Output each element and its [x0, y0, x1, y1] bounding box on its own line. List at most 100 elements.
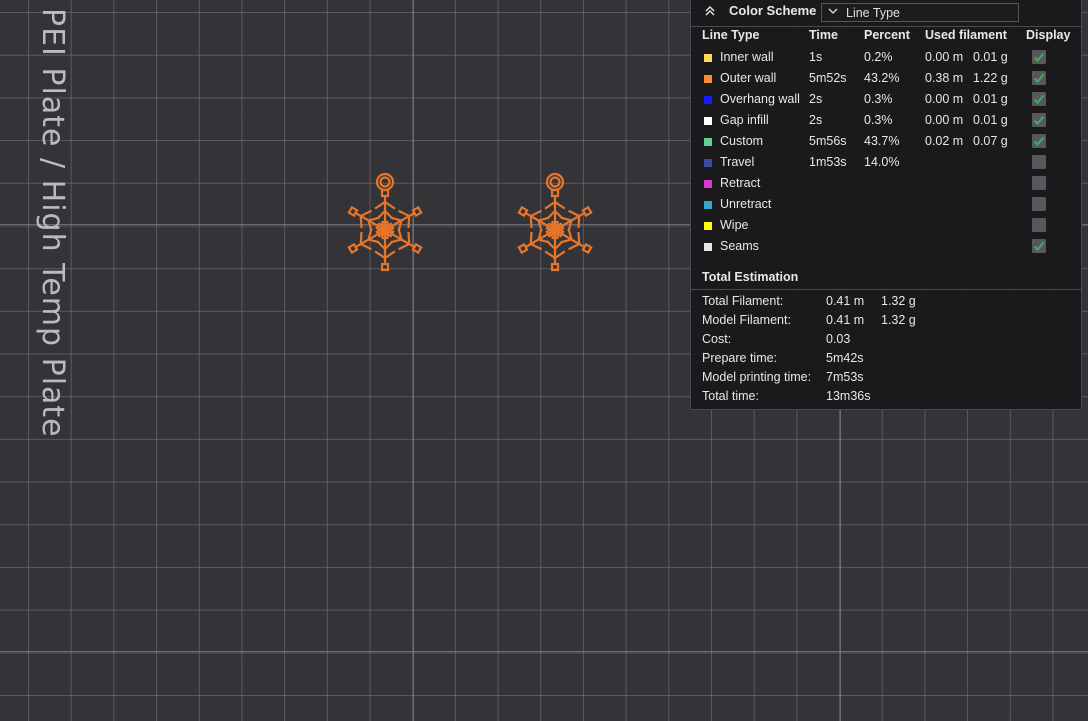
- legend-row-unretract: Unretract: [691, 195, 1081, 216]
- line-type-name: Retract: [720, 176, 761, 190]
- total-filament-meters: 0.41 m: [826, 294, 865, 308]
- prepare-time-row: Prepare time: 5m42s: [691, 349, 1081, 368]
- line-type-name: Unretract: [720, 197, 772, 211]
- line-type-name: Outer wall: [720, 71, 777, 85]
- legend-row-wipe: Wipe: [691, 216, 1081, 237]
- checkmark-icon: [1033, 73, 1045, 83]
- cost-value: 0.03: [826, 332, 851, 346]
- display-checkbox[interactable]: [1032, 197, 1046, 211]
- line-time: 2s: [809, 92, 823, 106]
- display-checkbox[interactable]: [1032, 155, 1046, 169]
- display-checkbox[interactable]: [1032, 50, 1046, 64]
- color-swatch: [704, 201, 712, 209]
- line-time: 5m52s: [809, 71, 847, 85]
- line-type-name: Wipe: [720, 218, 749, 232]
- legend-header: Color Scheme Line Type: [691, 0, 1081, 26]
- column-display: Display: [1026, 28, 1071, 42]
- line-used-grams: 0.01 g: [973, 50, 1008, 64]
- legend-row-overhang-wall: Overhang wall 2s 0.3% 0.00 m 0.01 g: [691, 90, 1081, 111]
- model-printing-time-row: Model printing time: 7m53s: [691, 368, 1081, 387]
- line-used-meters: 0.00 m: [925, 50, 964, 64]
- double-chevron-up-icon[interactable]: [703, 4, 717, 18]
- line-used-meters: 0.38 m: [925, 71, 964, 85]
- line-percent: 0.3%: [864, 92, 893, 106]
- checkmark-icon: [1033, 241, 1045, 251]
- legend-row-outer-wall: Outer wall 5m52s 43.2% 0.38 m 1.22 g: [691, 69, 1081, 90]
- column-used-filament: Used filament: [925, 28, 1007, 42]
- snowflake-model-1[interactable]: [340, 168, 430, 278]
- checkmark-icon: [1033, 136, 1045, 146]
- line-used-grams: 0.01 g: [973, 92, 1008, 106]
- prepare-time-value: 5m42s: [826, 351, 864, 365]
- snowflake-1-icon: [347, 172, 423, 272]
- header-divider: [691, 26, 1081, 27]
- legend-row-travel: Travel 1m53s 14.0%: [691, 153, 1081, 174]
- checkmark-icon: [1033, 115, 1045, 125]
- legend-row-retract: Retract: [691, 174, 1081, 195]
- total-divider: [691, 289, 1081, 290]
- line-percent: 14.0%: [864, 155, 900, 169]
- line-used-meters: 0.00 m: [925, 92, 964, 106]
- line-percent: 43.7%: [864, 134, 900, 148]
- line-type-name: Gap infill: [720, 113, 769, 127]
- line-time: 5m56s: [809, 134, 847, 148]
- line-type-name: Seams: [720, 239, 759, 253]
- checkmark-icon: [1033, 94, 1045, 104]
- model-filament-row: Model Filament: 0.41 m 1.32 g: [691, 311, 1081, 330]
- snowflake-model-2[interactable]: [510, 168, 600, 278]
- model-printing-time-label: Model printing time:: [702, 370, 812, 384]
- display-checkbox[interactable]: [1032, 134, 1046, 148]
- cost-row: Cost: 0.03: [691, 330, 1081, 349]
- line-type-name: Travel: [720, 155, 755, 169]
- display-checkbox[interactable]: [1032, 218, 1046, 232]
- snowflake-2-icon: [517, 172, 593, 272]
- total-time-label: Total time:: [702, 389, 759, 403]
- display-checkbox[interactable]: [1032, 176, 1046, 190]
- total-filament-label: Total Filament:: [702, 294, 784, 308]
- color-swatch: [704, 222, 712, 230]
- color-swatch: [704, 54, 712, 62]
- total-filament-grams: 1.32 g: [881, 294, 916, 308]
- model-filament-meters: 0.41 m: [826, 313, 865, 327]
- display-checkbox[interactable]: [1032, 113, 1046, 127]
- total-filament-row: Total Filament: 0.41 m 1.32 g: [691, 292, 1081, 311]
- color-swatch: [704, 243, 712, 251]
- total-time-row: Total time: 13m36s: [691, 387, 1081, 406]
- line-type-name: Custom: [720, 134, 764, 148]
- legend-row-inner-wall: Inner wall 1s 0.2% 0.00 m 0.01 g: [691, 48, 1081, 69]
- color-swatch: [704, 138, 712, 146]
- display-checkbox[interactable]: [1032, 92, 1046, 106]
- color-scheme-dropdown[interactable]: Line Type: [821, 3, 1019, 22]
- legend-panel: Color Scheme Line Type Line Type Time Pe…: [690, 0, 1082, 410]
- total-time-value: 13m36s: [826, 389, 871, 403]
- color-swatch: [704, 180, 712, 188]
- line-used-meters: 0.02 m: [925, 134, 964, 148]
- column-time: Time: [809, 28, 838, 42]
- legend-row-seams: Seams: [691, 237, 1081, 258]
- display-checkbox[interactable]: [1032, 71, 1046, 85]
- prepare-time-label: Prepare time:: [702, 351, 778, 365]
- model-printing-time-value: 7m53s: [826, 370, 864, 384]
- line-time: 1s: [809, 50, 823, 64]
- checkmark-icon: [1033, 52, 1045, 62]
- line-time: 1m53s: [809, 155, 847, 169]
- cost-label: Cost:: [702, 332, 732, 346]
- line-percent: 0.2%: [864, 50, 893, 64]
- column-percent: Percent: [864, 28, 910, 42]
- line-percent: 43.2%: [864, 71, 900, 85]
- line-type-name: Inner wall: [720, 50, 774, 64]
- line-used-grams: 0.01 g: [973, 113, 1008, 127]
- column-line-type: Line Type: [702, 28, 760, 42]
- color-swatch: [704, 75, 712, 83]
- line-used-grams: 1.22 g: [973, 71, 1008, 85]
- color-swatch: [704, 159, 712, 167]
- display-checkbox[interactable]: [1032, 239, 1046, 253]
- legend-row-custom: Custom 5m56s 43.7% 0.02 m 0.07 g: [691, 132, 1081, 153]
- line-percent: 0.3%: [864, 113, 893, 127]
- line-type-name: Overhang wall: [720, 92, 800, 106]
- line-used-grams: 0.07 g: [973, 134, 1008, 148]
- color-scheme-value: Line Type: [846, 6, 900, 20]
- total-estimation-title: Total Estimation: [702, 270, 799, 284]
- model-filament-label: Model Filament:: [702, 313, 791, 327]
- color-swatch: [704, 96, 712, 104]
